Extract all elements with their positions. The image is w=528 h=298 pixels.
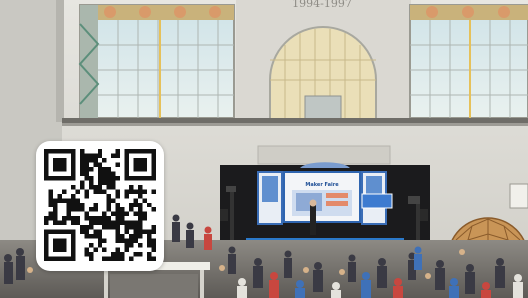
balcony-railing	[62, 118, 528, 123]
qr-code	[44, 149, 156, 261]
venue-photo: 1994-1997 Maker Faire	[0, 0, 528, 298]
facade-inscription: 1994-1997	[292, 0, 352, 10]
stage-screen-heading: Maker Faire	[305, 182, 339, 188]
qr-code-card	[36, 141, 164, 271]
left-stained-glass-window	[78, 4, 235, 119]
right-stained-glass-window	[409, 4, 528, 119]
arched-window	[269, 26, 377, 121]
stage: Maker Faire	[220, 162, 430, 251]
